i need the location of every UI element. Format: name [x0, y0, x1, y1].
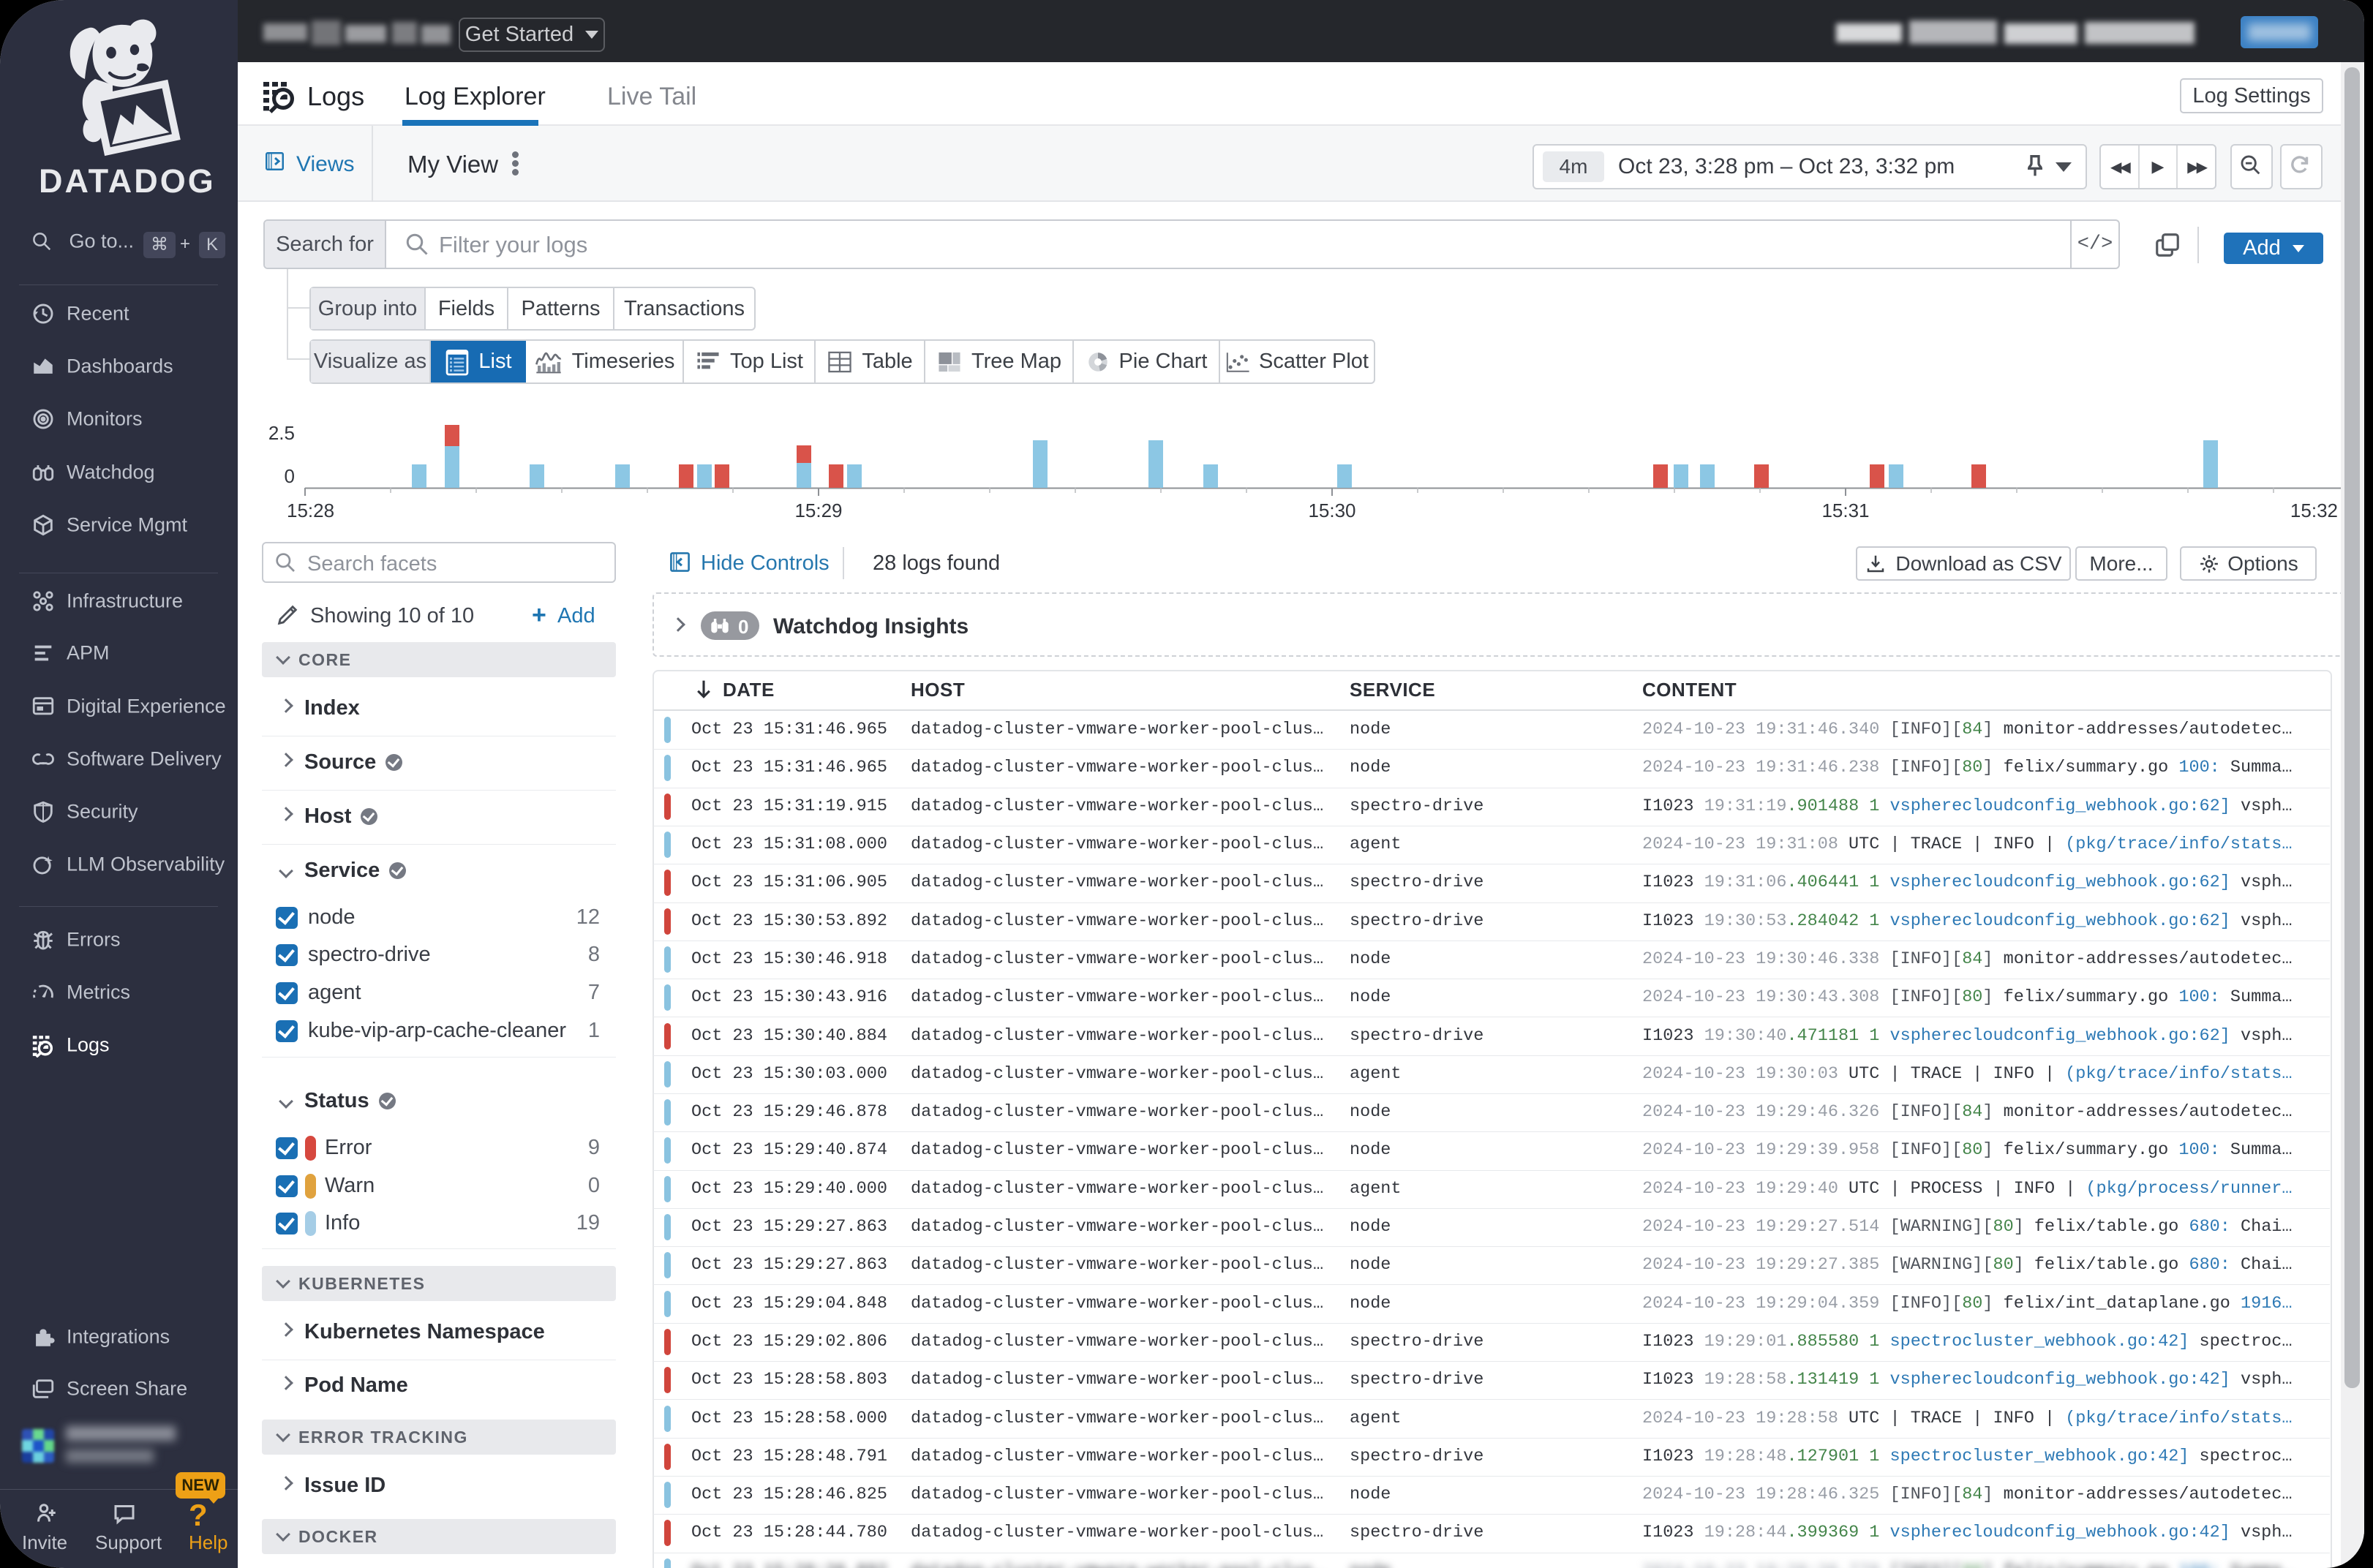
svg-text:15:31: 15:31 [1821, 500, 1869, 521]
svg-text:15:30: 15:30 [1308, 500, 1355, 521]
svg-text:15:28: 15:28 [287, 500, 334, 521]
svg-text:15:29: 15:29 [794, 500, 842, 521]
svg-text:2.5: 2.5 [268, 422, 295, 444]
svg-text:15:32: 15:32 [2290, 500, 2338, 521]
svg-text:0: 0 [285, 465, 295, 487]
